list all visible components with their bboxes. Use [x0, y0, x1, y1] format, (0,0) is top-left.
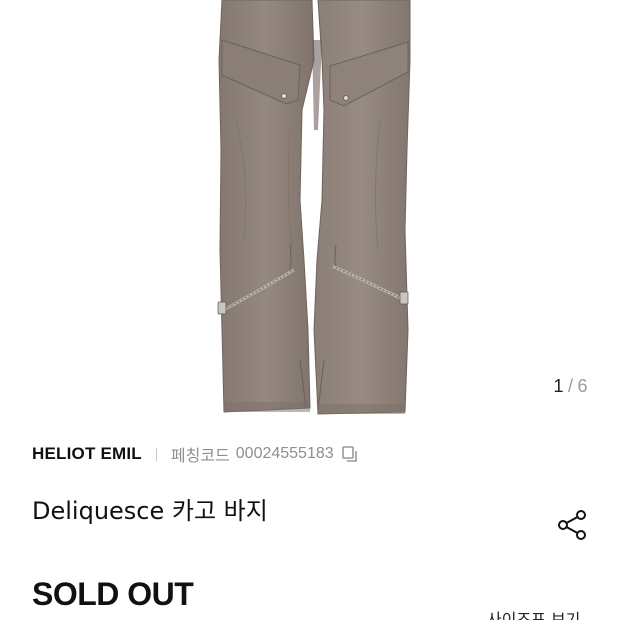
pager-total: 6	[577, 376, 588, 396]
sold-out-label: SOLD OUT	[32, 576, 194, 612]
brand-name[interactable]: HELIOT EMIL	[32, 444, 142, 464]
image-pager: 1/6	[553, 376, 588, 397]
copy-icon[interactable]	[341, 445, 359, 463]
product-name: Deliquesce 카고 바지	[32, 497, 268, 525]
pager-separator: /	[567, 376, 574, 396]
product-image-gallery[interactable]: 1/6	[0, 0, 620, 420]
meta-divider	[155, 447, 157, 461]
pager-current: 1	[553, 376, 564, 396]
code-label: 페칭코드	[170, 446, 230, 465]
product-image	[217, 0, 411, 415]
code-value: 00024555183	[235, 445, 334, 462]
share-icon[interactable]	[554, 507, 590, 543]
size-guide-link[interactable]: 사이즈표 보기	[487, 608, 580, 620]
product-meta: HELIOT EMIL 페칭코드 00024555183	[32, 442, 359, 466]
